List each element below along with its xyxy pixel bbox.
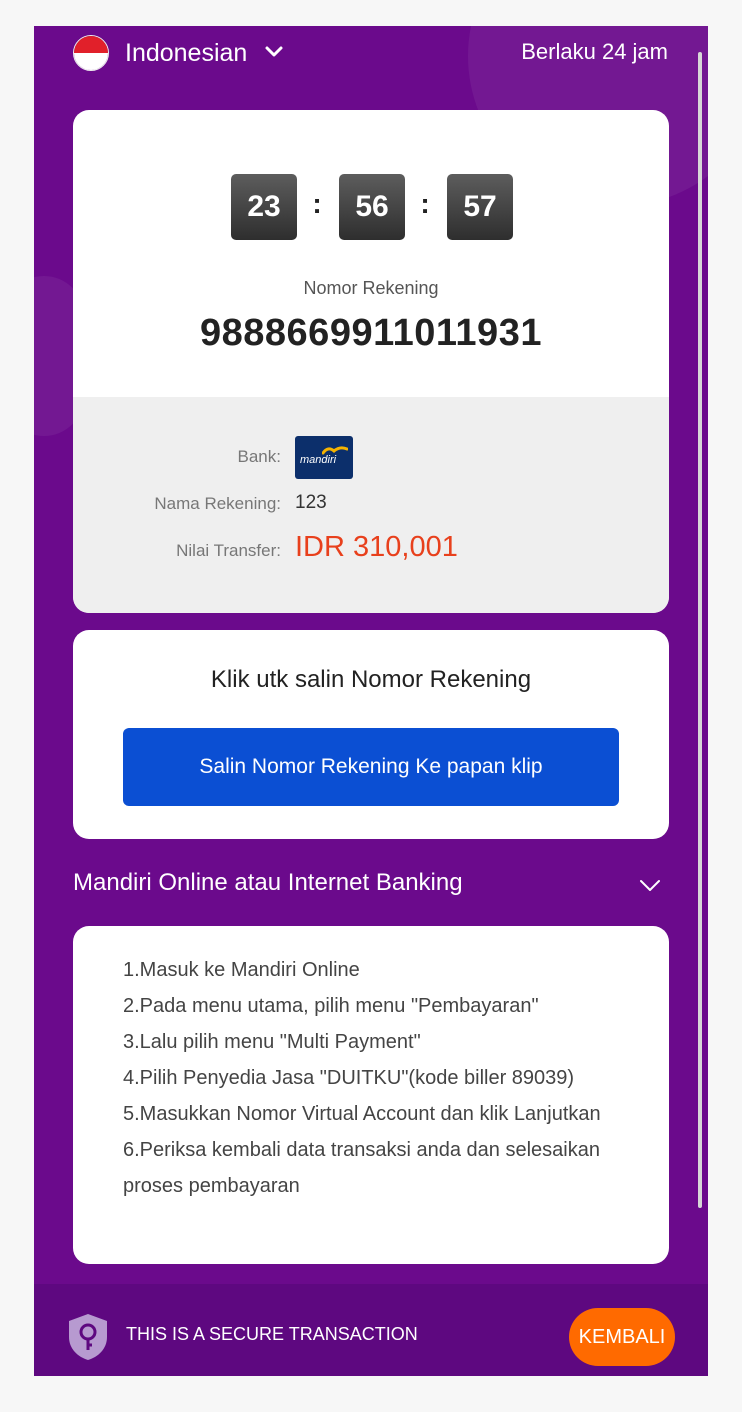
secure-transaction-text: THIS IS A SECURE TRANSACTION <box>126 1324 418 1344</box>
timer-separator: : <box>420 188 430 219</box>
copy-account-number-button[interactable]: Salin Nomor Rekening Ke papan klip <box>123 728 619 806</box>
indonesia-flag-icon[interactable] <box>73 35 109 71</box>
account-number-label: Nomor Rekening <box>303 278 439 298</box>
instruction-step: 6.Periksa kembali data transaksi anda da… <box>123 1139 600 1197</box>
timer-minutes: 56 <box>339 174 405 240</box>
scrollbar[interactable] <box>698 52 702 1208</box>
countdown-timer: 23 : 56 : 57 <box>73 174 669 240</box>
instruction-step: 1.Masuk ke Mandiri Online <box>123 959 360 981</box>
transfer-amount-value: IDR 310,001 <box>295 531 458 563</box>
copy-instruction: Klik utk salin Nomor Rekening <box>210 666 532 693</box>
account-number[interactable]: 9888669911011931 <box>73 312 669 355</box>
shield-key-icon <box>69 1314 107 1360</box>
copy-card: Klik utk salin Nomor Rekening Salin Nomo… <box>73 630 669 839</box>
timer-hours: 23 <box>231 174 297 240</box>
top-bar: Indonesian Berlaku 24 jam <box>34 26 708 82</box>
chevron-down-icon[interactable] <box>264 42 284 62</box>
payment-page: Indonesian Berlaku 24 jam 23 : 56 : 57 N… <box>34 26 708 1376</box>
instructions-title[interactable]: Mandiri Online atau Internet Banking <box>73 869 463 897</box>
back-button[interactable]: KEMBALI <box>569 1308 675 1366</box>
chevron-down-icon[interactable] <box>639 874 661 896</box>
timer-seconds: 57 <box>447 174 513 240</box>
instruction-step: 4.Pilih Penyedia Jasa "DUITKU"(kode bill… <box>123 1067 575 1089</box>
bank-label: Bank: <box>237 447 281 466</box>
language-selector[interactable]: Indonesian <box>125 38 247 68</box>
validity-text: Berlaku 24 jam <box>521 39 668 64</box>
transfer-amount-label: Nilai Transfer: <box>176 541 281 560</box>
mandiri-logo: mandiri <box>295 436 353 479</box>
account-card: 23 : 56 : 57 Nomor Rekening 988866991101… <box>73 110 669 613</box>
instruction-step: 3.Lalu pilih menu "Multi Payment" <box>123 1031 421 1053</box>
instruction-step: 5.Masukkan Nomor Virtual Account dan kli… <box>123 1103 601 1125</box>
account-name-label: Nama Rekening: <box>154 494 281 513</box>
footer: THIS IS A SECURE TRANSACTION KEMBALI <box>34 1284 708 1376</box>
instructions-card: 1.Masuk ke Mandiri Online 2.Pada menu ut… <box>73 926 669 1264</box>
account-name-value: 123 <box>295 492 327 513</box>
instruction-step: 2.Pada menu utama, pilih menu "Pembayara… <box>123 995 539 1017</box>
transfer-details: Bank: mandiri Nama Rekening: 123 Nilai T… <box>73 397 669 613</box>
instruction-steps: 1.Masuk ke Mandiri Online 2.Pada menu ut… <box>123 952 623 1204</box>
timer-separator: : <box>312 188 322 219</box>
instructions-accordion-header[interactable]: Mandiri Online atau Internet Banking <box>73 866 669 902</box>
